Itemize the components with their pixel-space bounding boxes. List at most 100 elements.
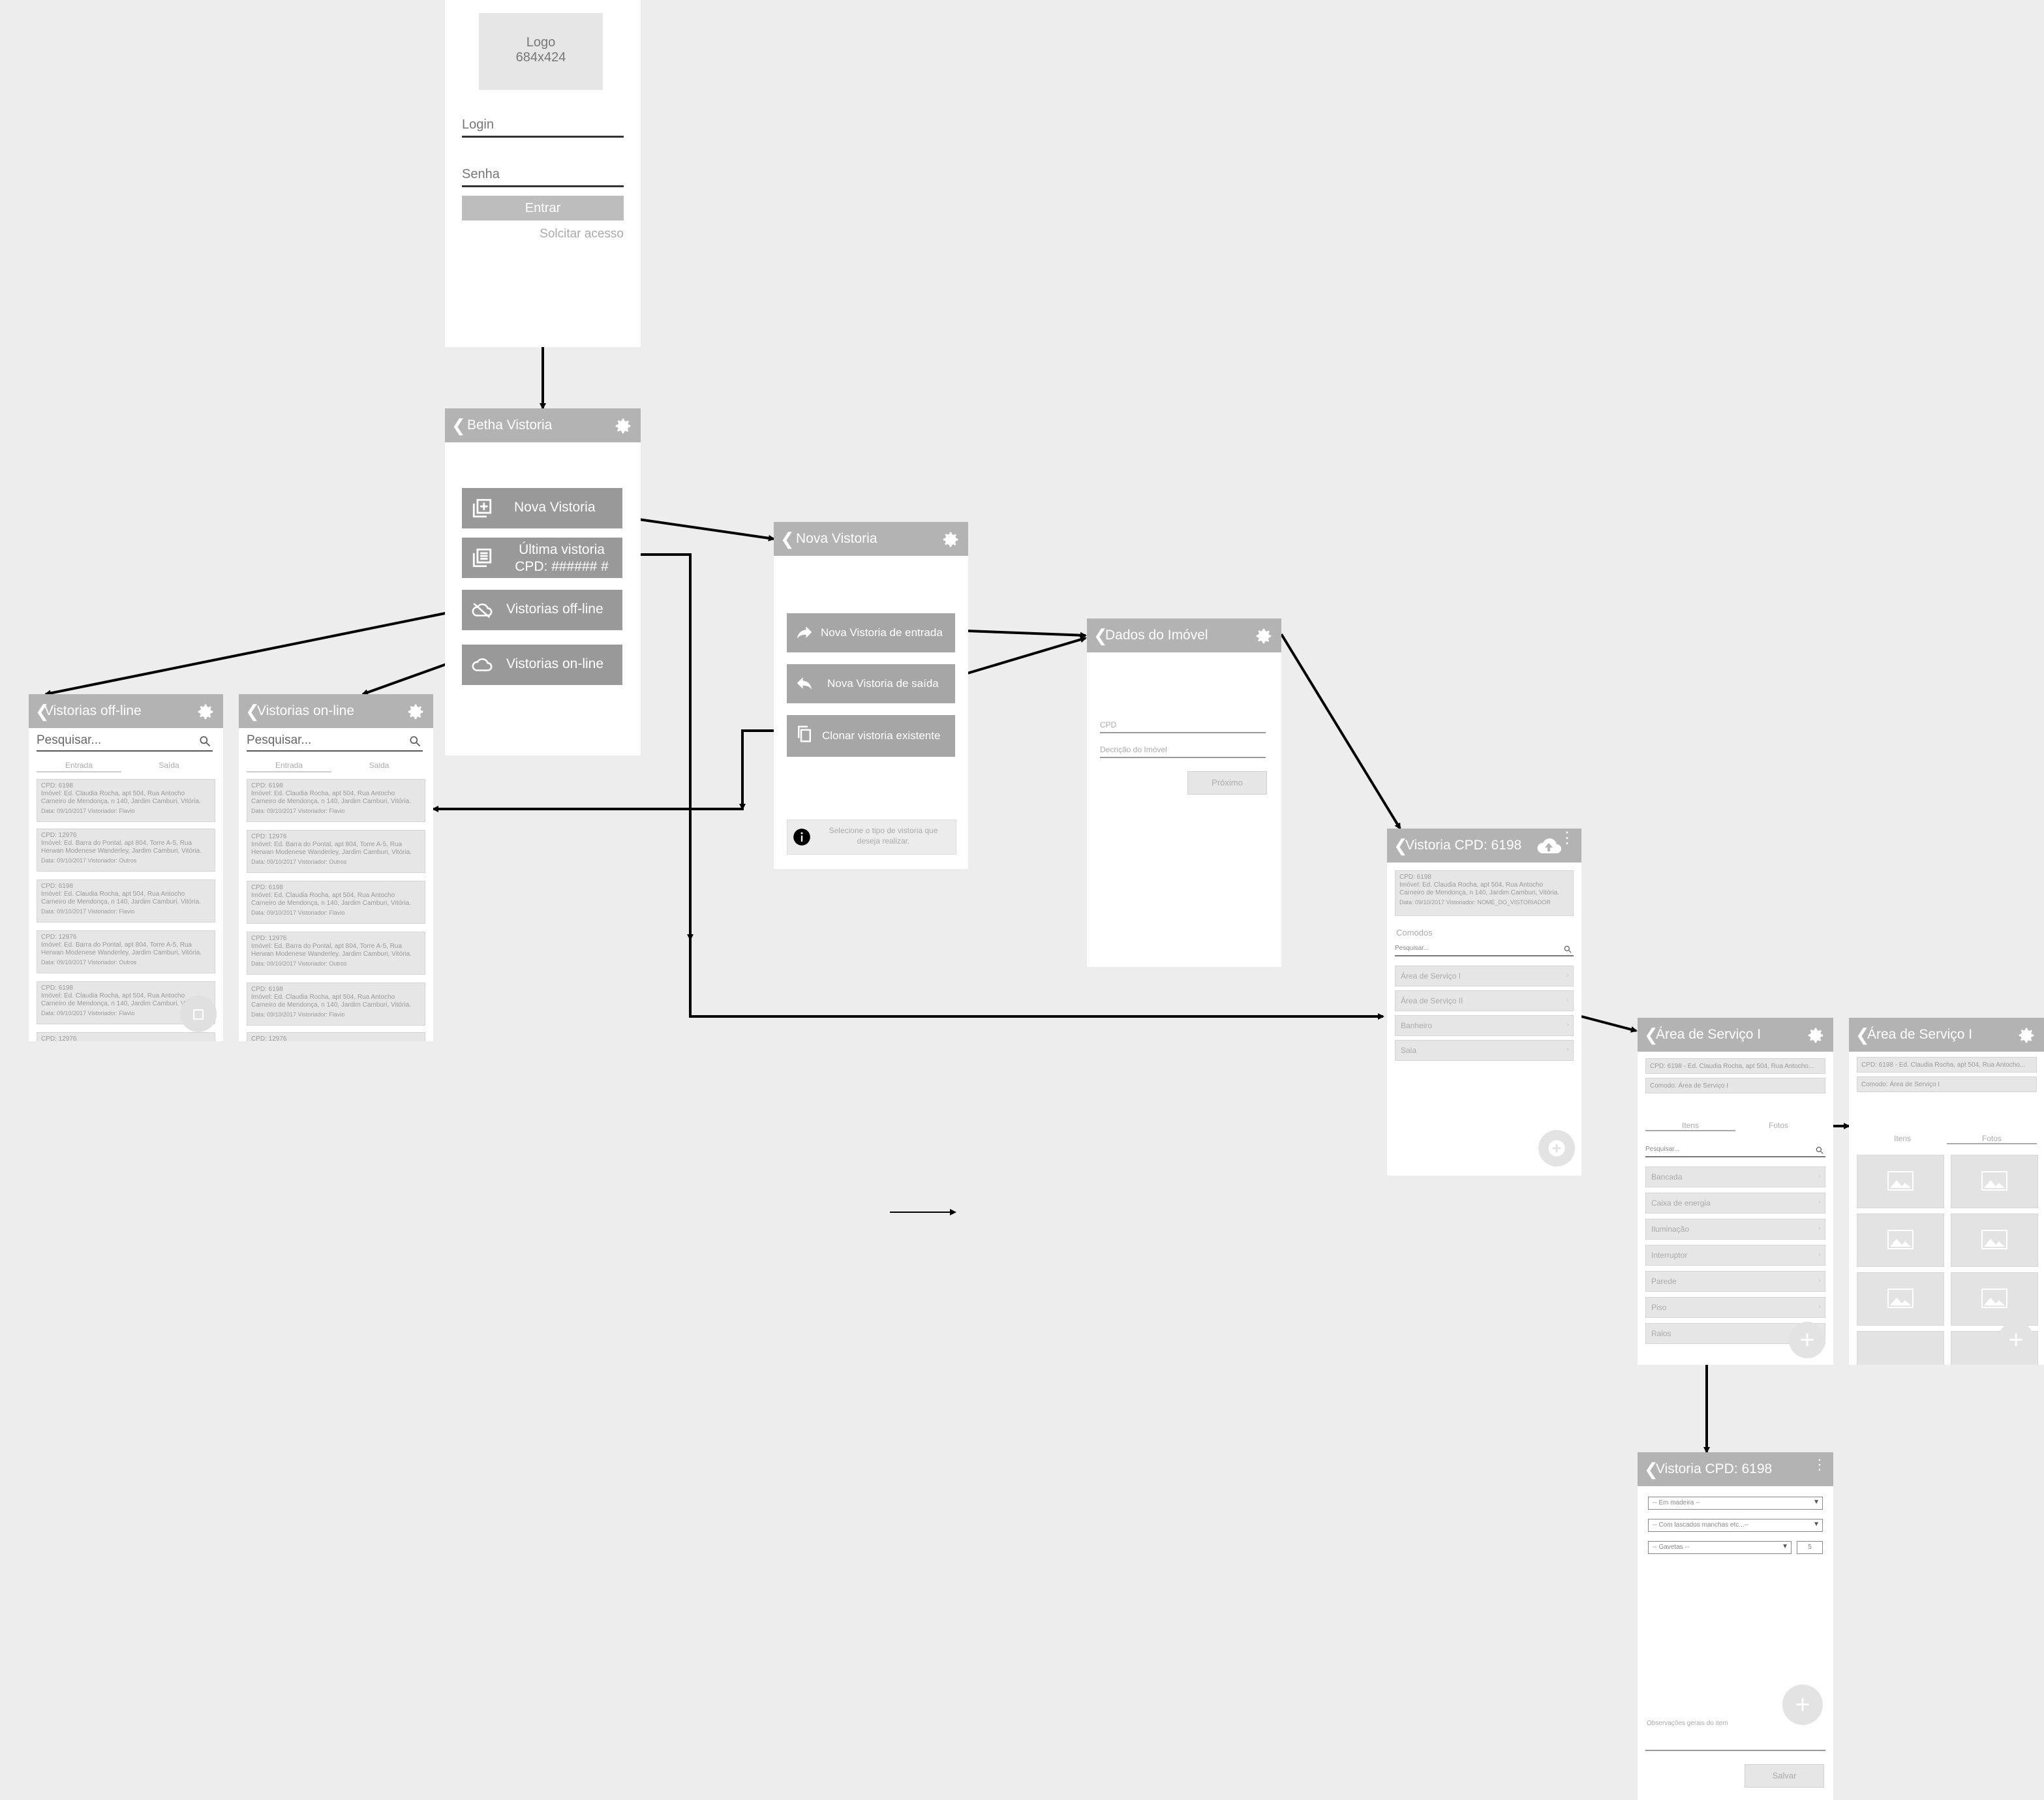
entrar-button[interactable]: Entrar [462,196,624,221]
search-icon[interactable] [1563,945,1572,954]
gear-icon[interactable] [1254,626,1274,646]
comodo-item[interactable]: Sala › [1395,1040,1574,1061]
solicitar-acesso-link[interactable]: Solcitar acesso [540,227,624,241]
material-select[interactable]: -- Em madeira -- ▼ [1648,1497,1823,1510]
vistoria-header: ❮ Vistoria CPD: 6198 ⋮ [1387,829,1581,862]
cpd-field[interactable]: CPD [1100,720,1266,733]
list-item[interactable]: CPD: 12976 Imóvel: Ed. Barra do Pontal, a… [247,932,425,975]
quantity-field[interactable]: 5 [1797,1541,1823,1554]
image-icon [1887,1171,1914,1191]
search-icon[interactable] [198,735,211,748]
nova-saida-button[interactable]: Nova Vistoria de saída [787,664,955,703]
list-item[interactable]: CPD: 12976 [37,1032,215,1041]
tipo-select[interactable]: -- Gavetas -- ▼ [1648,1541,1792,1554]
tab-itens[interactable]: Itens [1857,1134,1948,1143]
tab-fotos[interactable]: Fotos [1947,1134,2037,1144]
photo-thumbnail[interactable] [1857,1331,1944,1365]
item-row[interactable]: Bancada › [1645,1167,1825,1187]
comodo-item[interactable]: Banheiro › [1395,1015,1574,1036]
salvar-button[interactable]: Salvar [1745,1764,1824,1788]
gear-icon[interactable] [196,702,215,722]
item-row[interactable]: Interruptor › [1645,1245,1825,1266]
login-field[interactable]: Login [462,117,624,138]
document-icon [472,548,492,568]
more-menu-icon[interactable]: ⋮ [1559,831,1575,846]
search-icon[interactable] [1815,1146,1824,1155]
nova-vistoria-button[interactable]: Nova Vistoria [462,488,622,528]
search-icon[interactable] [408,735,421,748]
add-fab[interactable] [180,996,217,1032]
list-item[interactable]: CPD: 12976 [247,1032,425,1041]
image-icon [1887,1230,1914,1249]
home-title: Betha Vistoria [467,418,553,433]
photo-thumbnail[interactable] [1951,1155,2038,1208]
online-list-screen: ❮ Vistorias on-line Pesquisar... Entrada… [239,694,433,1041]
home-screen: ❮ Betha Vistoria Nova Vistoria Última vi… [445,408,641,755]
arrow-dados-to-vistoria [1280,633,1401,830]
gear-icon[interactable] [406,702,425,722]
gear-icon[interactable] [941,530,960,549]
add-fab[interactable] [1538,1130,1575,1167]
nova-vistoria-screen: ❮ Nova Vistoria Nova Vistoria de entrada… [774,522,968,869]
back-icon[interactable]: ❮ [451,416,466,435]
photo-thumbnail[interactable] [1951,1213,2038,1267]
more-menu-icon[interactable]: ⋮ [1812,1457,1827,1472]
list-item[interactable]: CPD: 6198 Imóvel: Ed. Claudia Rocha, apt … [37,879,215,923]
gear-icon[interactable] [2017,1026,2036,1045]
add-fab[interactable]: + [1998,1322,2034,1358]
estado-select[interactable]: -- Com lascados manchas etc...-- ▼ [1648,1519,1823,1532]
tab-saida[interactable]: Saída [127,761,211,770]
proximo-button[interactable]: Próximo [1187,771,1267,795]
tab-entrada[interactable]: Entrada [37,761,121,772]
nova-header: ❮ Nova Vistoria [774,522,968,556]
gear-icon[interactable] [1806,1026,1825,1045]
item-row[interactable]: Piso › [1645,1297,1825,1318]
add-fab[interactable]: + [1782,1685,1823,1725]
login-screen: Logo 684x424 Login Senha Entrar Solcitar… [445,0,641,347]
search-input[interactable]: Pesquisar... [37,733,213,752]
photo-thumbnail[interactable] [1951,1272,2038,1326]
list-item[interactable]: CPD: 12976 Imóvel: Ed. Barra do Pontal, a… [37,930,215,973]
search-input[interactable]: Pesquisar... [1645,1146,1825,1157]
logo: Logo 684x424 [479,13,603,90]
item-row[interactable]: Caixa de energia › [1645,1193,1825,1213]
descricao-field[interactable]: Decrição do Imóvel [1100,745,1266,758]
tab-saida[interactable]: Saida [337,761,421,770]
image-icon [1887,1289,1914,1308]
item-row[interactable]: Parede › [1645,1271,1825,1292]
vistoria-info-card: CPD: 6198 Imóvel: Ed. Claudia Rocha, apt … [1395,870,1574,916]
list-item[interactable]: CPD: 12976 Imóvel: Ed. Barra do Pontal, a… [37,829,215,872]
comodo-item[interactable]: Área de Serviço II › [1395,990,1574,1011]
comodo-item[interactable]: Área de Serviço I › [1395,966,1574,986]
search-input[interactable]: Pesquisar... [1395,945,1574,956]
item-row[interactable]: Iluminação › [1645,1219,1825,1240]
area-header: ❮ Área de Serviço I [1638,1018,1833,1052]
senha-field[interactable]: Senha [462,167,624,187]
vistorias-online-button[interactable]: Vistorias on-line [462,645,622,685]
add-fab[interactable]: + [1789,1322,1825,1358]
cloud-upload-icon[interactable] [1536,838,1562,855]
list-item[interactable]: CPD: 6198 Imóvel: Ed. Claudia Rocha, apt … [247,983,425,1026]
back-icon[interactable]: ❮ [780,530,795,548]
tab-fotos[interactable]: Fotos [1739,1121,1818,1130]
observacoes-field[interactable] [1645,1731,1825,1751]
gear-icon[interactable] [613,416,633,436]
reply-icon [797,677,812,690]
vistorias-offline-button[interactable]: Vistorias off-line [462,590,622,630]
ultima-vistoria-button[interactable]: Última vistoria CPD: ###### # [462,538,622,578]
list-item[interactable]: CPD: 6198 Imóvel: Ed. Claudia Rocha, apt … [37,779,215,822]
search-input[interactable]: Pesquisar... [247,733,423,752]
photo-thumbnail[interactable] [1857,1155,1944,1208]
clonar-vistoria-button[interactable]: Clonar vistoria existente [787,715,955,757]
list-item[interactable]: CPD: 12976 Imóvel: Ed. Barra do Pontal, a… [247,830,425,873]
photo-thumbnail[interactable] [1857,1213,1944,1267]
offline-list-screen: ❮ Vistorias off-line Pesquisar... Entrad… [29,694,223,1041]
tab-entrada[interactable]: Entrada [247,761,331,772]
tab-itens[interactable]: Itens [1645,1121,1735,1131]
photo-thumbnail[interactable] [1857,1272,1944,1326]
copy-icon [798,725,811,742]
nova-entrada-button[interactable]: Nova Vistoria de entrada [787,613,955,652]
list-item[interactable]: CPD: 6198 Imóvel: Ed. Claudia Rocha, apt … [247,881,425,924]
online-header: ❮ Vistorias on-line [239,694,433,728]
list-item[interactable]: CPD: 6198 Imóvel: Ed. Claudia Rocha, apt … [247,779,425,822]
